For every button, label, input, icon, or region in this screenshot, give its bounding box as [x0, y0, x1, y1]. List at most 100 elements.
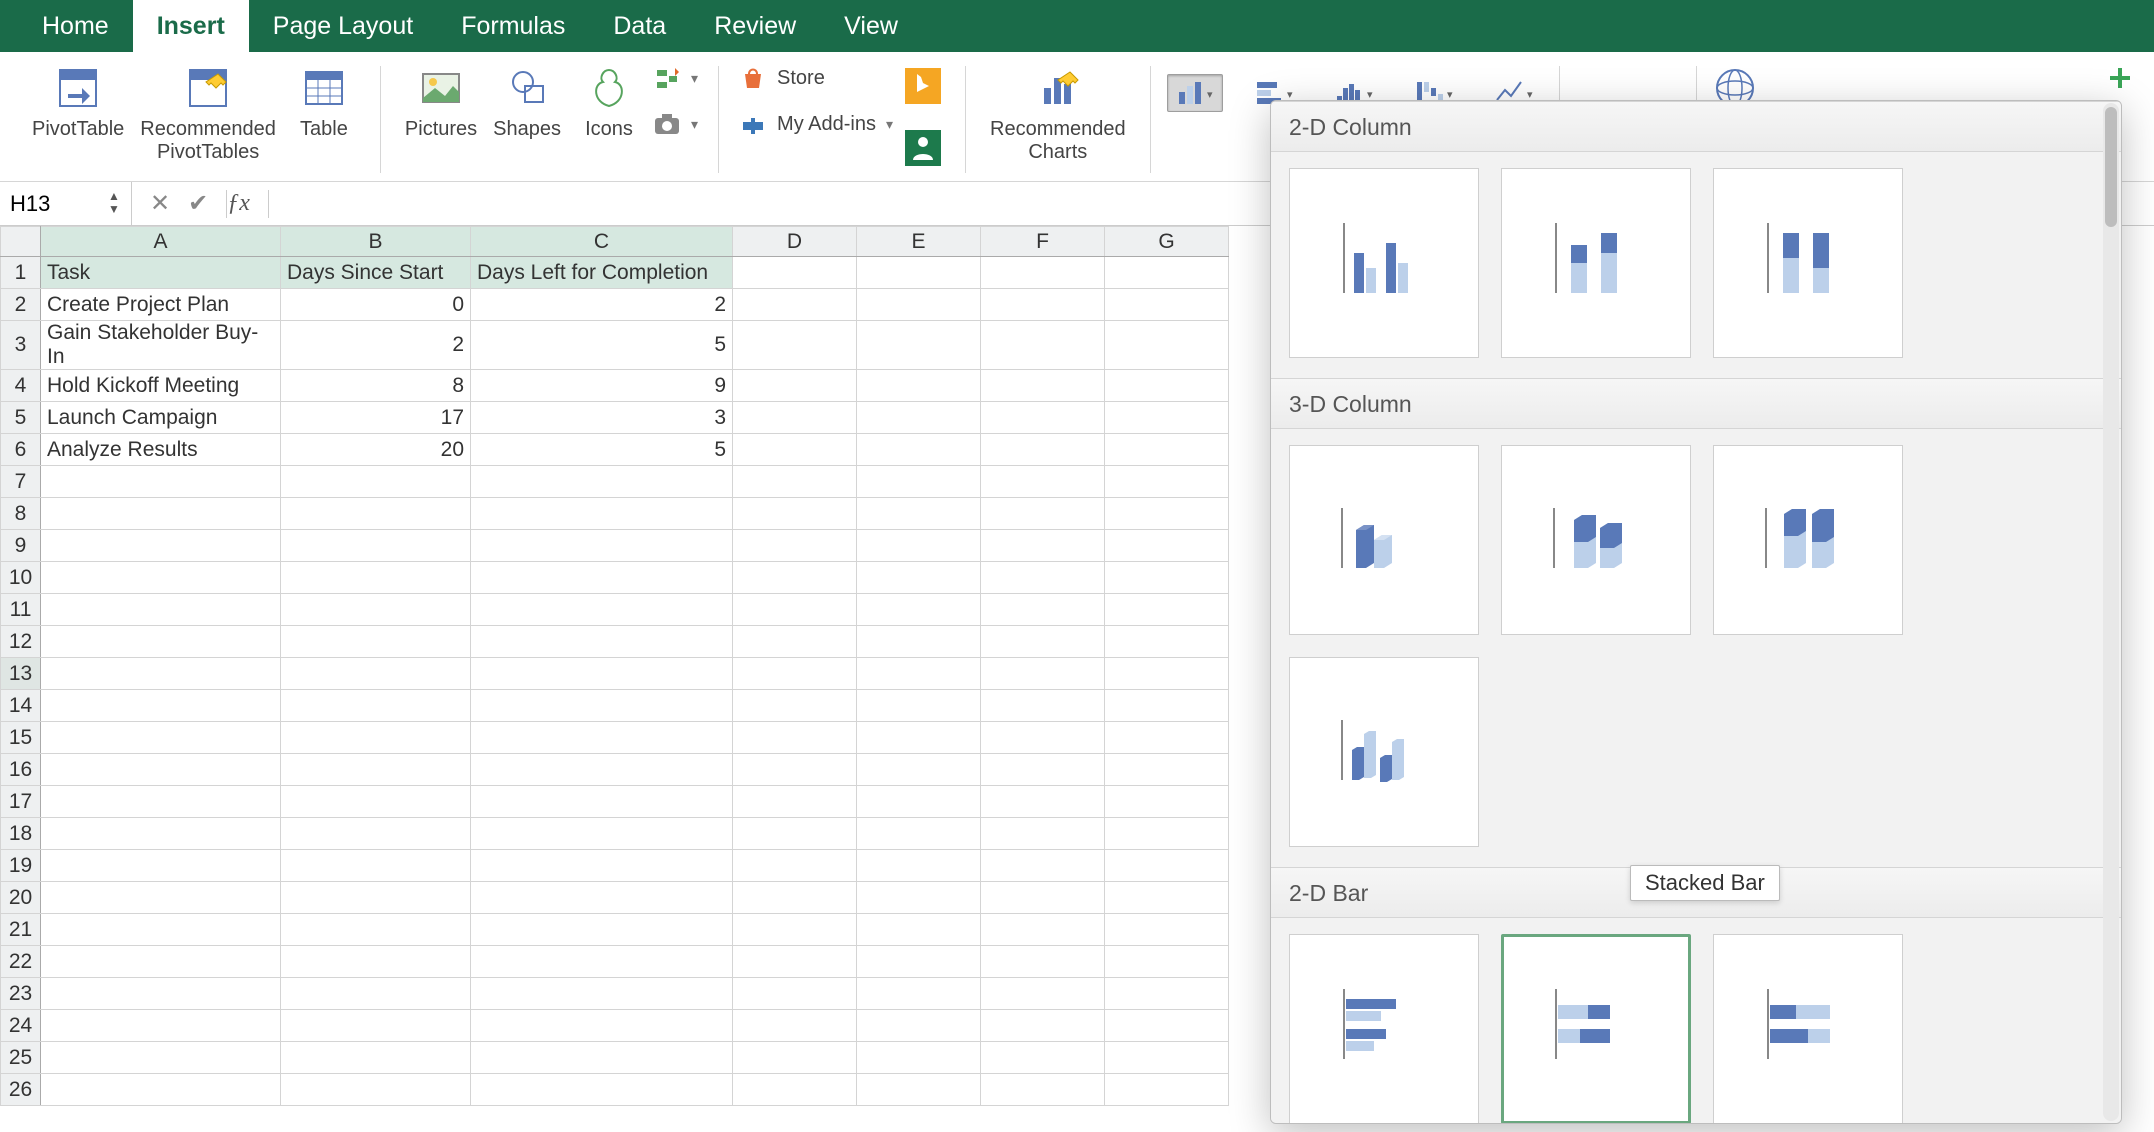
cell[interactable] — [1105, 289, 1229, 321]
cell[interactable] — [981, 530, 1105, 562]
cell[interactable]: 8 — [281, 370, 471, 402]
cell[interactable] — [41, 818, 281, 850]
cell[interactable] — [857, 818, 981, 850]
cell[interactable] — [981, 882, 1105, 914]
cell[interactable] — [981, 754, 1105, 786]
chart-option-3d-column[interactable] — [1289, 657, 1479, 847]
tab-review[interactable]: Review — [690, 0, 820, 52]
cell[interactable] — [471, 914, 733, 946]
cell[interactable] — [471, 882, 733, 914]
cell[interactable] — [281, 946, 471, 978]
cell[interactable] — [471, 754, 733, 786]
cell[interactable] — [1105, 594, 1229, 626]
people-graph-button[interactable] — [901, 126, 945, 170]
cell[interactable] — [733, 1074, 857, 1106]
bing-maps-button[interactable] — [901, 64, 945, 108]
cell[interactable] — [281, 626, 471, 658]
row-header-2[interactable]: 2 — [1, 289, 41, 321]
cell[interactable] — [281, 850, 471, 882]
cell[interactable] — [471, 1010, 733, 1042]
cell[interactable] — [41, 786, 281, 818]
cell[interactable] — [733, 289, 857, 321]
cell[interactable] — [857, 257, 981, 289]
accept-formula-button[interactable]: ✔ — [188, 189, 208, 218]
cell[interactable] — [1105, 530, 1229, 562]
cell[interactable] — [857, 946, 981, 978]
cell[interactable] — [857, 402, 981, 434]
cell[interactable] — [981, 466, 1105, 498]
cell[interactable] — [1105, 626, 1229, 658]
cell[interactable] — [1105, 978, 1229, 1010]
cell[interactable]: Days Left for Completion — [471, 257, 733, 289]
cell[interactable] — [981, 498, 1105, 530]
cell[interactable] — [41, 722, 281, 754]
cell[interactable] — [857, 850, 981, 882]
cell[interactable] — [981, 1010, 1105, 1042]
cell[interactable] — [733, 1010, 857, 1042]
cell[interactable] — [857, 1074, 981, 1106]
cell[interactable] — [857, 530, 981, 562]
cell[interactable]: 3 — [471, 402, 733, 434]
name-box-down[interactable]: ▼ — [103, 204, 125, 216]
col-header-G[interactable]: G — [1105, 227, 1229, 257]
cell[interactable] — [471, 626, 733, 658]
row-header-17[interactable]: 17 — [1, 786, 41, 818]
cell[interactable] — [857, 658, 981, 690]
name-box-input[interactable] — [10, 191, 88, 217]
recommended-charts-button[interactable]: Recommended Charts — [982, 58, 1134, 168]
cell[interactable] — [471, 466, 733, 498]
cell[interactable] — [733, 562, 857, 594]
cell[interactable]: 17 — [281, 402, 471, 434]
cell[interactable] — [281, 562, 471, 594]
cell[interactable] — [281, 1042, 471, 1074]
cell[interactable] — [281, 594, 471, 626]
cell[interactable] — [41, 1074, 281, 1106]
cell[interactable] — [1105, 1074, 1229, 1106]
cell[interactable] — [1105, 1010, 1229, 1042]
cell[interactable] — [471, 498, 733, 530]
cell[interactable] — [281, 722, 471, 754]
cell[interactable] — [981, 978, 1105, 1010]
cell[interactable] — [733, 978, 857, 1010]
cell[interactable] — [1105, 914, 1229, 946]
cell[interactable] — [981, 1074, 1105, 1106]
name-box[interactable]: ▲ ▼ — [0, 182, 132, 225]
cell[interactable] — [1105, 722, 1229, 754]
cell[interactable] — [857, 562, 981, 594]
cell[interactable] — [981, 690, 1105, 722]
row-header-1[interactable]: 1 — [1, 257, 41, 289]
cell[interactable] — [41, 1010, 281, 1042]
cell[interactable] — [733, 786, 857, 818]
cell[interactable] — [981, 321, 1105, 370]
cell[interactable] — [1105, 946, 1229, 978]
cell[interactable] — [981, 850, 1105, 882]
cell[interactable] — [981, 434, 1105, 466]
tab-insert[interactable]: Insert — [133, 0, 249, 52]
cell[interactable]: Days Since Start — [281, 257, 471, 289]
cell[interactable] — [281, 978, 471, 1010]
ribbon-add-button[interactable] — [2100, 58, 2140, 98]
cell[interactable] — [41, 562, 281, 594]
cell[interactable] — [733, 257, 857, 289]
row-header-15[interactable]: 15 — [1, 722, 41, 754]
row-header-20[interactable]: 20 — [1, 882, 41, 914]
cell[interactable] — [857, 289, 981, 321]
tab-view[interactable]: View — [820, 0, 922, 52]
cell[interactable]: 9 — [471, 370, 733, 402]
cell[interactable] — [857, 914, 981, 946]
cell[interactable] — [733, 658, 857, 690]
cell[interactable] — [281, 466, 471, 498]
row-header-23[interactable]: 23 — [1, 978, 41, 1010]
row-header-12[interactable]: 12 — [1, 626, 41, 658]
tab-formulas[interactable]: Formulas — [437, 0, 589, 52]
cell[interactable]: Task — [41, 257, 281, 289]
cell[interactable]: 20 — [281, 434, 471, 466]
cell[interactable] — [981, 914, 1105, 946]
row-header-7[interactable]: 7 — [1, 466, 41, 498]
cell[interactable]: Analyze Results — [41, 434, 281, 466]
cell[interactable] — [733, 882, 857, 914]
cell[interactable] — [1105, 818, 1229, 850]
cell[interactable] — [471, 562, 733, 594]
cell[interactable]: 5 — [471, 434, 733, 466]
cell[interactable] — [41, 466, 281, 498]
